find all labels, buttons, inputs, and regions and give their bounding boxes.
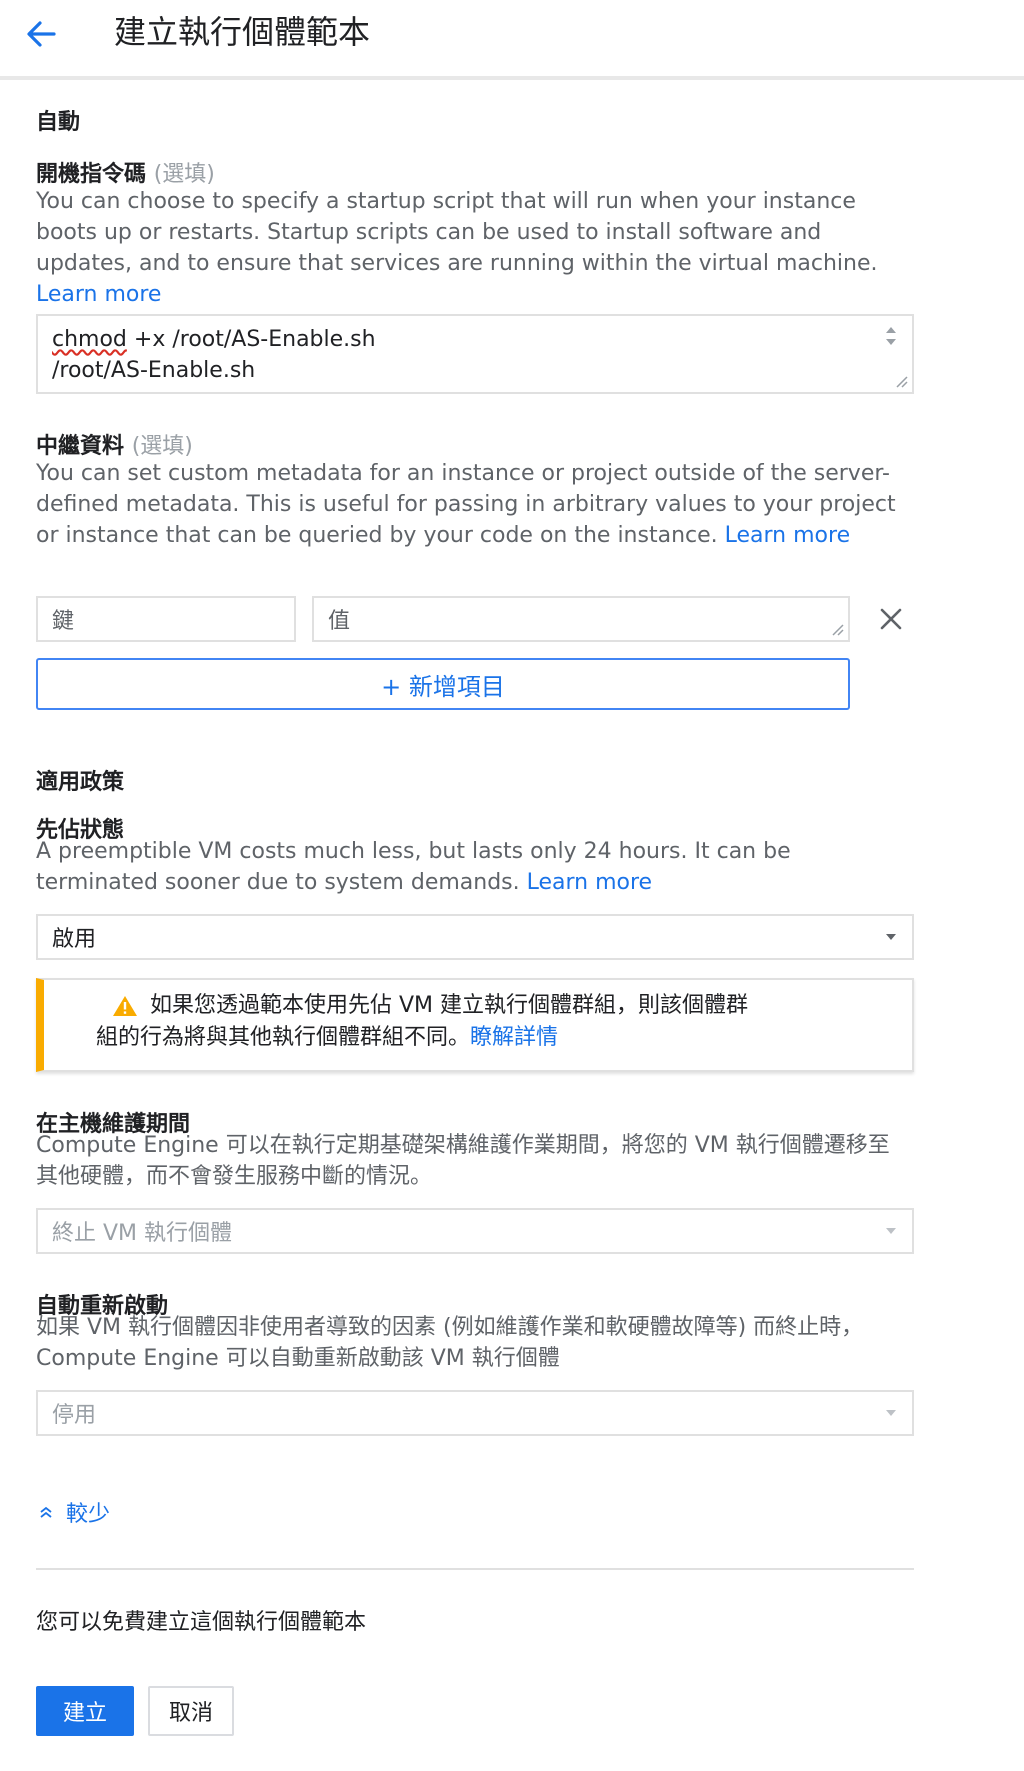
metadata-learn-more-link[interactable]: Learn more: [725, 523, 850, 548]
preemptibility-select[interactable]: 啟用: [36, 914, 914, 960]
startup-help-text: You can choose to specify a startup scri…: [36, 189, 878, 276]
back-button[interactable]: [22, 12, 62, 56]
auto-restart-help: 如果 VM 執行個體因非使用者導致的因素 (例如維護作業和軟硬體故障等) 而終止…: [36, 1315, 864, 1371]
close-icon[interactable]: [878, 606, 904, 632]
arrow-back-icon: [27, 21, 56, 47]
automation-section-title: 自動: [36, 110, 81, 135]
startup-learn-more-link[interactable]: Learn more: [36, 282, 161, 307]
resize-handle-icon[interactable]: [830, 622, 844, 636]
maintenance-help: Compute Engine 可以在執行定期基礎架構維護作業期間，將您的 VM …: [36, 1133, 890, 1189]
page-header: 建立執行個體範本: [0, 0, 1024, 80]
resize-handle-icon[interactable]: [894, 374, 908, 388]
startup-script-help: You can choose to specify a startup scri…: [36, 186, 916, 310]
cancel-button[interactable]: 取消: [148, 1686, 234, 1736]
script-word-chmod: chmod: [52, 327, 127, 352]
add-item-button[interactable]: + 新增項目: [36, 658, 850, 710]
startup-script-label-text: 開機指令碼: [36, 162, 147, 187]
metadata-label: 中繼資料 (選填): [36, 428, 193, 460]
show-less-label: 較少: [66, 1502, 111, 1527]
maintenance-select[interactable]: 終止 VM 執行個體: [36, 1208, 914, 1254]
warning-line-1: 如果您透過範本使用先佔 VM 建立執行個體群組，則該個體群: [150, 993, 749, 1018]
preempt-help-text: A preemptible VM costs much less, but la…: [36, 839, 791, 895]
maintenance-select-value: 終止 VM 執行個體: [52, 1221, 233, 1246]
warning-icon: [113, 996, 137, 1016]
warning-learn-more-link[interactable]: 瞭解詳情: [470, 1025, 558, 1050]
preemptible-warning-box: 如果您透過範本使用先佔 VM 建立執行個體群組，則該個體群 組的行為將與其他執行…: [36, 978, 914, 1072]
metadata-value-placeholder: 值: [328, 609, 351, 634]
script-line-1: chmod +x /root/AS-Enable.sh: [52, 324, 376, 355]
dropdown-arrow-icon: [886, 934, 896, 940]
metadata-key-input[interactable]: 鍵: [36, 596, 296, 642]
page-title: 建立執行個體範本: [114, 13, 371, 51]
scroll-stepper-icon[interactable]: [884, 324, 898, 348]
preemptibility-help: A preemptible VM costs much less, but la…: [36, 836, 916, 898]
warning-line-2: 組的行為將與其他執行個體群組不同。瞭解詳情: [96, 1022, 558, 1054]
preempt-learn-more-link[interactable]: Learn more: [527, 870, 652, 895]
double-chevron-up-icon: [40, 1506, 52, 1518]
startup-script-label: 開機指令碼 (選填): [36, 156, 215, 188]
dropdown-arrow-icon: [886, 1410, 896, 1416]
auto-restart-select-value: 停用: [52, 1403, 97, 1428]
metadata-optional: (選填): [131, 434, 193, 459]
metadata-label-text: 中繼資料: [36, 434, 125, 459]
auto-restart-select[interactable]: 停用: [36, 1390, 914, 1436]
startup-script-optional: (選填): [153, 162, 215, 187]
show-less-toggle[interactable]: 較少: [38, 1496, 110, 1528]
script-line-1-rest: +x /root/AS-Enable.sh: [126, 327, 376, 352]
create-button[interactable]: 建立: [36, 1686, 134, 1736]
preemptibility-select-value: 啟用: [52, 927, 97, 952]
divider: [36, 1568, 914, 1570]
free-template-note: 您可以免費建立這個執行個體範本: [36, 1610, 367, 1635]
availability-section-title: 適用政策: [36, 770, 125, 795]
dropdown-arrow-icon: [886, 1228, 896, 1234]
script-line-2: /root/AS-Enable.sh: [52, 358, 256, 383]
metadata-help: You can set custom metadata for an insta…: [36, 458, 916, 551]
warning-line-2-text: 組的行為將與其他執行個體群組不同。: [96, 1025, 471, 1050]
metadata-value-input[interactable]: 值: [312, 596, 850, 642]
startup-script-textarea[interactable]: chmod +x /root/AS-Enable.sh /root/AS-Ena…: [36, 314, 914, 394]
